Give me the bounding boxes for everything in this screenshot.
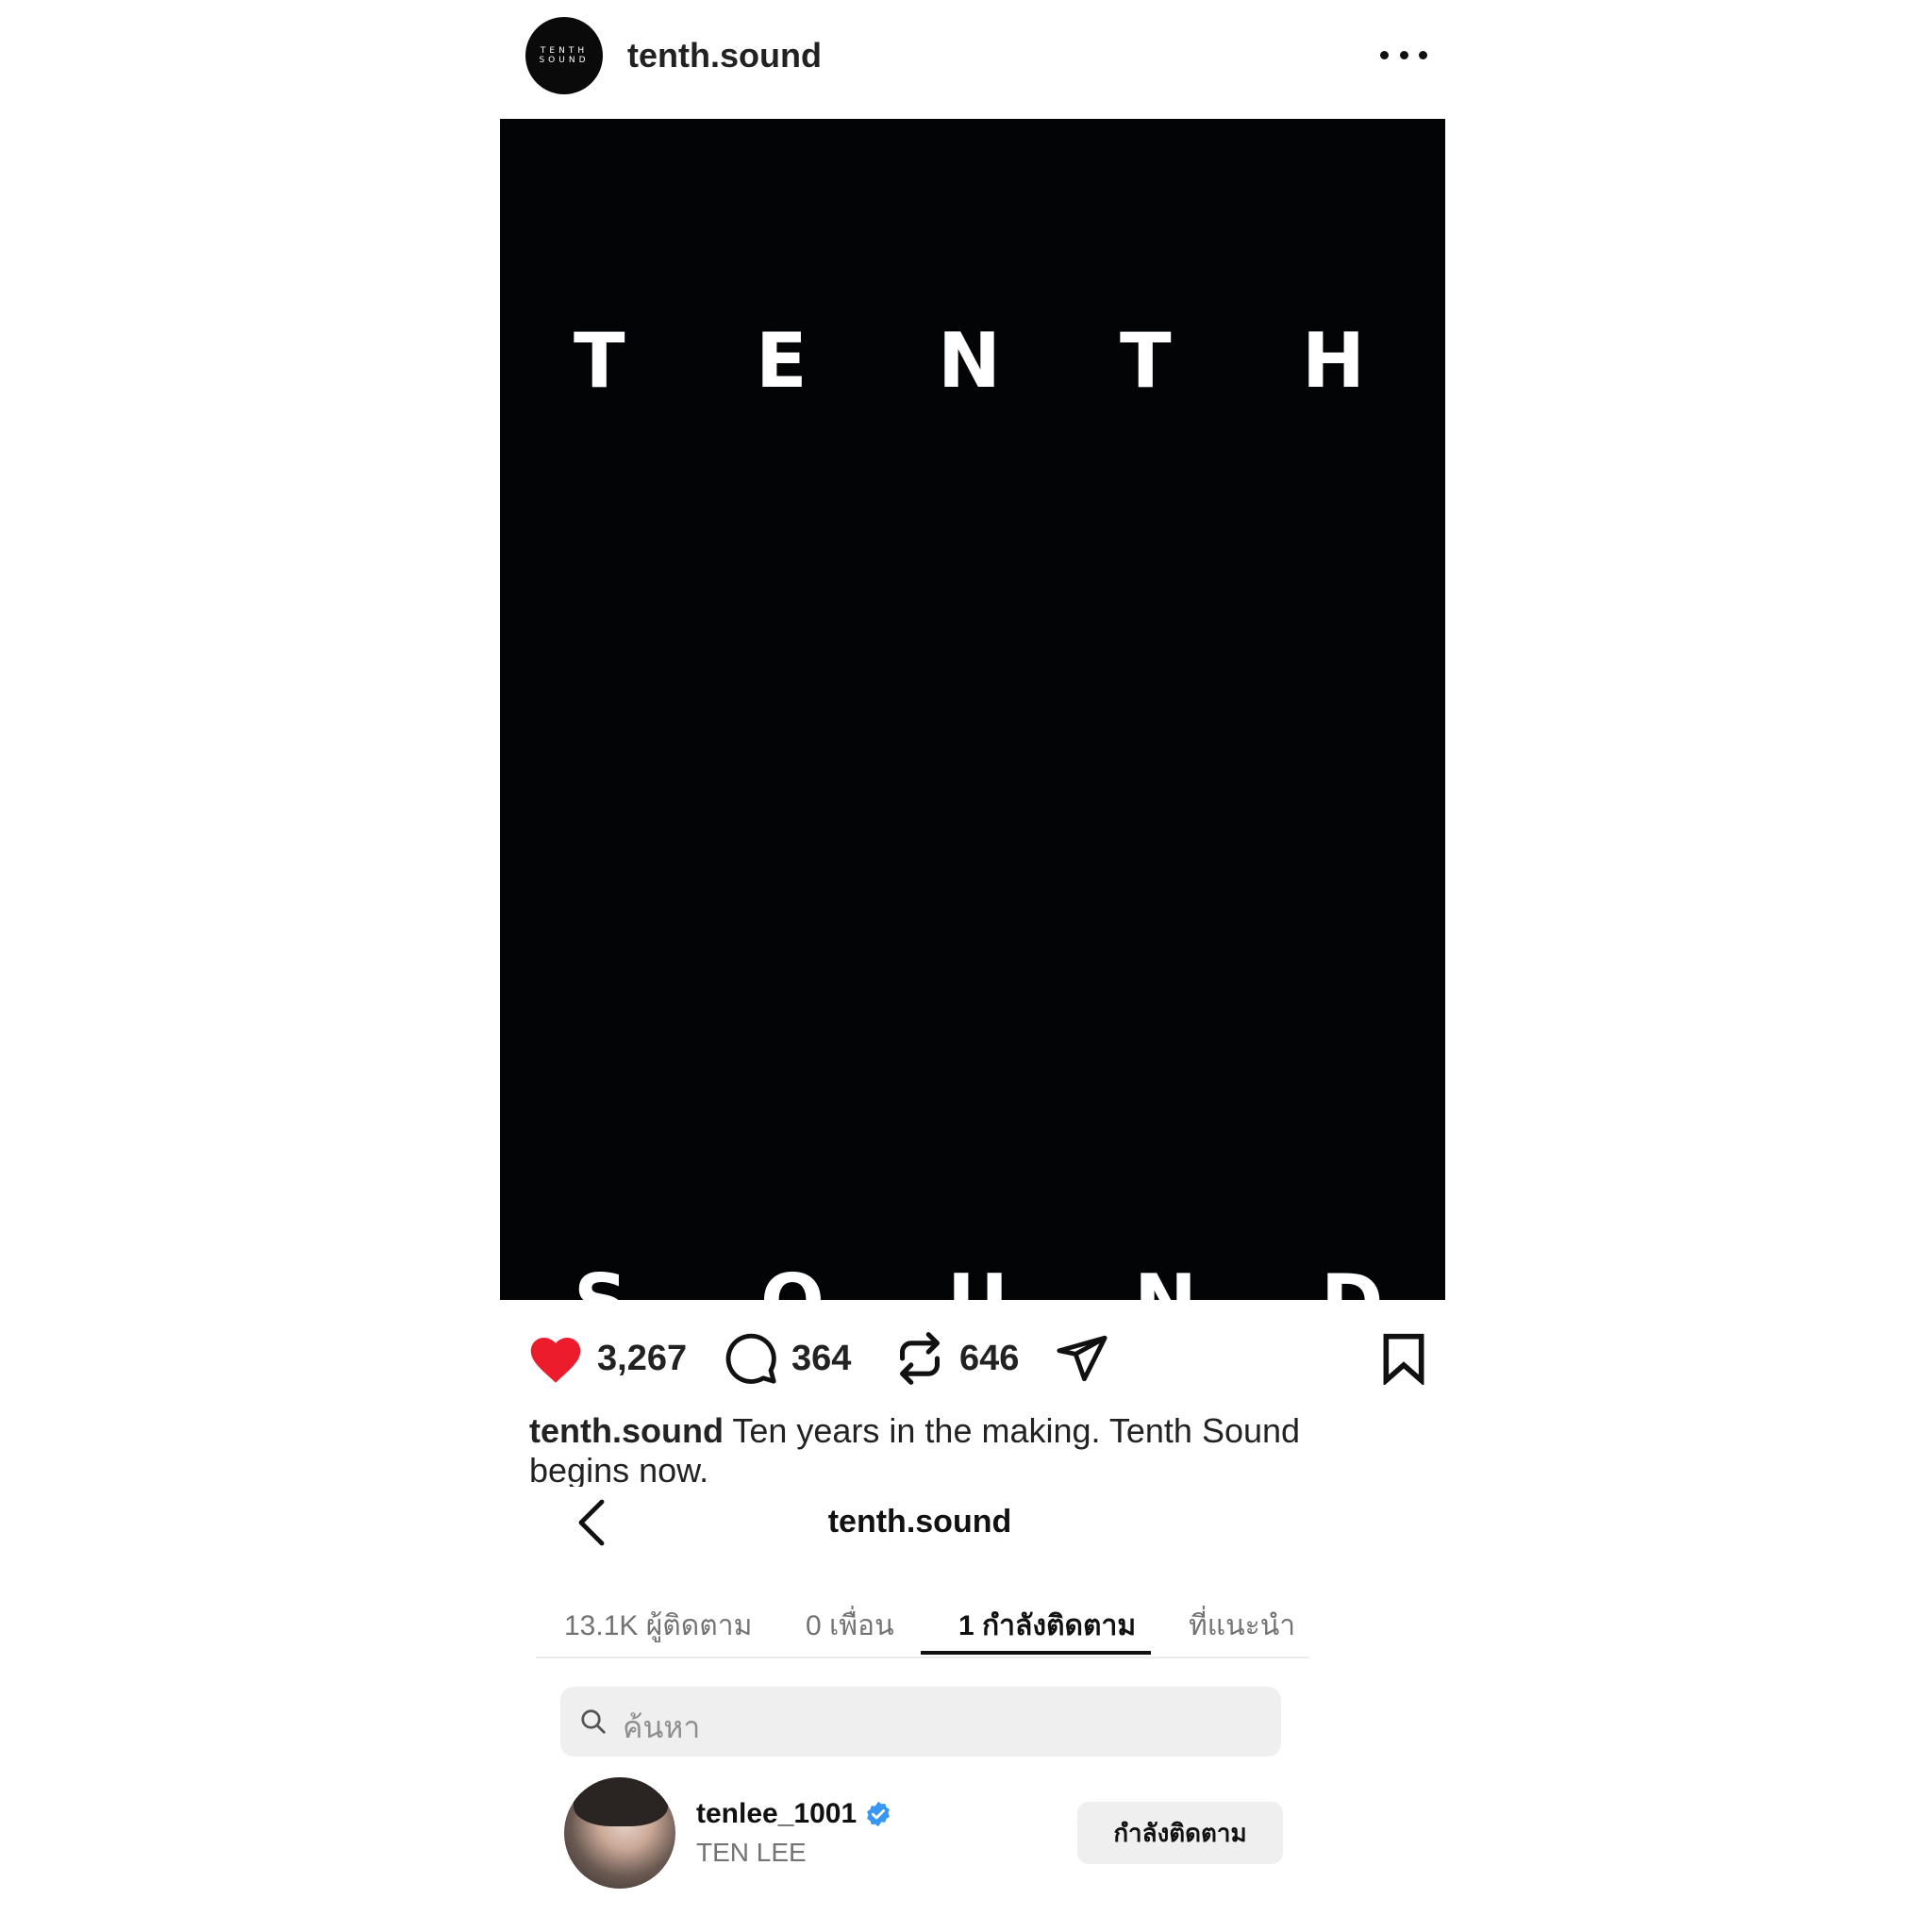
panel-title: tenth.sound xyxy=(827,1504,1012,1540)
more-options-icon[interactable] xyxy=(1380,45,1427,64)
user-handle-group: tenlee_1001 xyxy=(696,1798,892,1830)
image-letter: N xyxy=(938,317,1001,405)
tab-followers[interactable]: 13.1K ผู้ติดตาม xyxy=(564,1604,752,1648)
avatar-logo-line-1: TENTH xyxy=(540,46,589,56)
following-panel-header: tenth.sound xyxy=(528,1491,1311,1557)
caption-username[interactable]: tenth.sound xyxy=(529,1411,724,1450)
bookmark-icon xyxy=(1383,1333,1424,1387)
verified-badge-icon xyxy=(867,1801,891,1827)
avatar-logo-line-2: SOUND xyxy=(539,56,590,65)
following-button[interactable]: กำลังติดตาม xyxy=(1077,1802,1283,1864)
like-count: 3,267 xyxy=(597,1338,688,1378)
comment-count: 364 xyxy=(791,1338,852,1378)
search-icon xyxy=(581,1709,606,1734)
post-actions: 3,267 364 646 xyxy=(525,1323,1431,1394)
user-avatar[interactable] xyxy=(564,1777,675,1889)
search-input[interactable]: ค้นหา xyxy=(560,1687,1281,1757)
share-button[interactable] xyxy=(1054,1328,1110,1389)
tab-following[interactable]: 1 กำลังติดตาม xyxy=(958,1604,1136,1648)
comment-icon xyxy=(725,1333,776,1384)
more-dot xyxy=(1419,50,1427,59)
image-word-top: T E N T H xyxy=(500,317,1519,405)
tab-suggested[interactable]: ที่แนะนำ xyxy=(1189,1604,1295,1648)
send-icon xyxy=(1057,1335,1108,1382)
search-placeholder: ค้นหา xyxy=(623,1710,701,1744)
repost-button[interactable]: 646 xyxy=(893,1328,1019,1389)
follow-tabs: 13.1K ผู้ติดตาม 0 เพื่อน 1 กำลังติดตาม ท… xyxy=(536,1594,1309,1658)
like-button[interactable]: 3,267 xyxy=(527,1328,687,1389)
post-header: TENTH SOUND tenth.sound xyxy=(525,17,1431,94)
heart-icon xyxy=(530,1338,581,1383)
bookmark-button[interactable] xyxy=(1380,1332,1427,1390)
list-item[interactable]: tenlee_1001 TEN LEE กำลังติดตาม xyxy=(560,1777,1287,1890)
repost-icon xyxy=(900,1332,940,1385)
tab-friends[interactable]: 0 เพื่อน xyxy=(806,1604,894,1648)
user-handle[interactable]: tenlee_1001 xyxy=(696,1798,857,1830)
image-letter: T xyxy=(1120,317,1172,405)
user-full-name: TEN LEE xyxy=(696,1838,807,1867)
image-letter: T xyxy=(574,317,625,405)
image-letter: E xyxy=(756,317,808,405)
post-caption: tenth.sound Ten years in the making. Ten… xyxy=(529,1411,1378,1487)
post-image[interactable]: T E N T H S O U N D xyxy=(500,119,1445,1346)
image-letter: H xyxy=(1302,317,1365,405)
more-dot xyxy=(1380,50,1389,59)
account-avatar[interactable]: TENTH SOUND xyxy=(525,17,603,94)
post-username[interactable]: tenth.sound xyxy=(627,36,822,75)
active-tab-indicator xyxy=(921,1651,1151,1655)
repost-count: 646 xyxy=(959,1338,1020,1378)
more-dot xyxy=(1399,50,1408,59)
comment-button[interactable]: 364 xyxy=(724,1328,851,1389)
avatar-hair-shape xyxy=(574,1777,668,1826)
